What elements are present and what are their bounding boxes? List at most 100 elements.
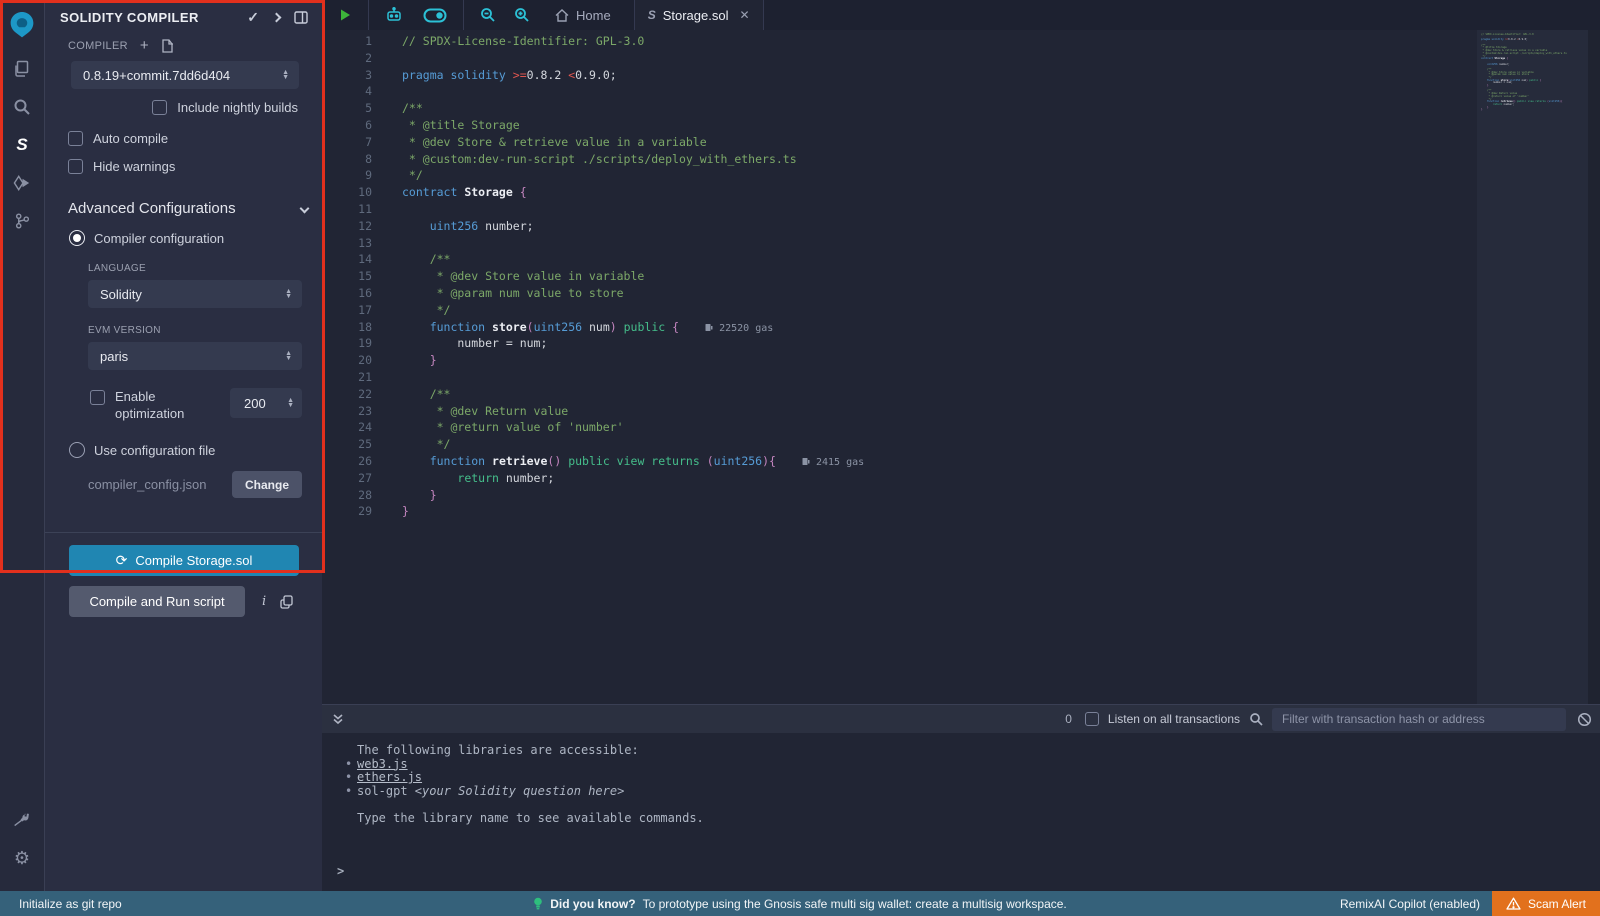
hide-warnings-checkbox[interactable]: [68, 159, 83, 174]
line-number[interactable]: 7: [322, 134, 372, 151]
search-icon[interactable]: [0, 88, 45, 126]
line-number[interactable]: 28: [322, 487, 372, 504]
minimap[interactable]: // SPDX-License-Identifier: GPL-3.0pragm…: [1477, 30, 1588, 704]
line-number[interactable]: 24: [322, 419, 372, 436]
git-init-status[interactable]: Initialize as git repo: [19, 897, 122, 911]
code-line: 15 * @dev Store value in variable: [322, 268, 1600, 285]
change-config-button[interactable]: Change: [232, 471, 302, 498]
settings-icon[interactable]: ⚙: [0, 839, 45, 877]
line-number[interactable]: 26: [322, 453, 372, 470]
terminal-prompt[interactable]: >: [337, 864, 344, 878]
line-number[interactable]: 10: [322, 184, 372, 201]
warning-icon: [1506, 897, 1521, 910]
line-number[interactable]: 5: [322, 100, 372, 117]
info-icon[interactable]: i: [262, 594, 266, 609]
terminal[interactable]: The following libraries are accessible: …: [322, 733, 1600, 891]
line-number[interactable]: 29: [322, 503, 372, 520]
git-icon[interactable]: [0, 202, 45, 240]
deploy-run-icon[interactable]: [0, 164, 45, 202]
line-number[interactable]: 25: [322, 436, 372, 453]
code-line: 19 number = num;: [322, 335, 1600, 352]
copilot-status[interactable]: RemixAI Copilot (enabled): [1340, 897, 1480, 911]
ethers-link[interactable]: ethers.js: [357, 770, 422, 784]
copy-icon[interactable]: [280, 595, 293, 609]
code-editor[interactable]: 1// SPDX-License-Identifier: GPL-3.023pr…: [322, 30, 1600, 704]
line-number[interactable]: 22: [322, 386, 372, 403]
line-number[interactable]: 16: [322, 285, 372, 302]
clear-console-icon[interactable]: [1577, 712, 1592, 727]
use-configuration-file-radio[interactable]: [69, 442, 85, 458]
pin-panel-icon[interactable]: [294, 11, 308, 24]
code-line: 14 /**: [322, 251, 1600, 268]
plugin-manager-icon[interactable]: [0, 801, 45, 839]
scam-alert-button[interactable]: Scam Alert: [1492, 891, 1600, 916]
terminal-search-icon[interactable]: [1249, 712, 1263, 726]
code-line: 23 * @dev Return value: [322, 403, 1600, 420]
line-number[interactable]: 14: [322, 251, 372, 268]
advanced-configurations-toggle[interactable]: Advanced Configurations: [45, 174, 322, 217]
code-line: 7 * @dev Store & retrieve value in a var…: [322, 134, 1600, 151]
code-line: 29}: [322, 503, 1600, 520]
collapse-terminal-icon[interactable]: [332, 713, 344, 725]
terminal-hint: Type the library name to see available c…: [357, 812, 1600, 826]
code-line: 2: [322, 50, 1600, 67]
line-number[interactable]: 6: [322, 117, 372, 134]
copilot-toggle[interactable]: [417, 8, 453, 23]
run-script-button[interactable]: [332, 8, 358, 22]
line-number[interactable]: 13: [322, 235, 372, 252]
code-line: 20 }: [322, 352, 1600, 369]
compiler-configuration-radio[interactable]: [69, 230, 85, 246]
line-number[interactable]: 20: [322, 352, 372, 369]
zoom-out-icon[interactable]: [474, 7, 502, 23]
line-number[interactable]: 15: [322, 268, 372, 285]
auto-compile-checkbox[interactable]: [68, 131, 83, 146]
status-bar: Initialize as git repo Did you know? To …: [0, 891, 1600, 916]
compile-and-run-button[interactable]: Compile and Run script: [69, 586, 245, 617]
line-number[interactable]: 8: [322, 151, 372, 168]
remix-logo[interactable]: [0, 2, 45, 50]
chevron-right-icon[interactable]: [273, 14, 280, 21]
nightly-builds-checkbox[interactable]: [152, 100, 167, 115]
line-number[interactable]: 2: [322, 50, 372, 67]
gas-estimate: 22520 gas: [705, 323, 773, 334]
file-explorer-icon[interactable]: [0, 50, 45, 88]
line-number[interactable]: 19: [322, 335, 372, 352]
nightly-builds-label: Include nightly builds: [177, 100, 298, 115]
line-number[interactable]: 1: [322, 33, 372, 50]
compiler-version-value: 0.8.19+commit.7dd6d404: [83, 68, 282, 83]
ai-copilot-icon[interactable]: [379, 7, 409, 23]
evm-version-select[interactable]: paris ▲▼: [88, 342, 302, 370]
line-number[interactable]: 9: [322, 167, 372, 184]
line-number[interactable]: 18: [322, 319, 372, 336]
zoom-in-icon[interactable]: [508, 7, 536, 23]
icon-rail: S ⚙: [0, 0, 45, 891]
transaction-count: 0: [1065, 712, 1072, 726]
line-number[interactable]: 21: [322, 369, 372, 386]
tab-home[interactable]: Home: [542, 8, 624, 23]
compiler-version-select[interactable]: 0.8.19+commit.7dd6d404 ▲▼: [71, 61, 299, 89]
code-line: 22 /**: [322, 386, 1600, 403]
transaction-filter-input[interactable]: [1272, 708, 1566, 731]
line-number[interactable]: 11: [322, 201, 372, 218]
editor-scrollbar[interactable]: [1588, 30, 1600, 704]
optimization-runs-input[interactable]: 200 ▲▼: [230, 388, 302, 418]
add-compiler-icon[interactable]: +: [140, 38, 149, 53]
enable-optimization-checkbox[interactable]: [90, 390, 105, 405]
did-you-know-label: Did you know?: [550, 897, 635, 911]
web3-link[interactable]: web3.js: [357, 757, 408, 771]
open-file-icon[interactable]: [161, 39, 174, 53]
line-number[interactable]: 23: [322, 403, 372, 420]
line-number[interactable]: 27: [322, 470, 372, 487]
compile-button[interactable]: ⟳ Compile Storage.sol: [69, 545, 299, 576]
solidity-compiler-icon[interactable]: S: [0, 126, 45, 164]
line-number[interactable]: 12: [322, 218, 372, 235]
listen-transactions-label: Listen on all transactions: [1108, 712, 1240, 726]
close-tab-icon[interactable]: ✕: [739, 8, 749, 22]
line-number[interactable]: 4: [322, 83, 372, 100]
listen-transactions-checkbox[interactable]: [1085, 712, 1099, 726]
language-value: Solidity: [100, 287, 285, 302]
language-select[interactable]: Solidity ▲▼: [88, 280, 302, 308]
line-number[interactable]: 17: [322, 302, 372, 319]
tab-storage-sol[interactable]: S Storage.sol ✕: [635, 0, 764, 30]
line-number[interactable]: 3: [322, 67, 372, 84]
